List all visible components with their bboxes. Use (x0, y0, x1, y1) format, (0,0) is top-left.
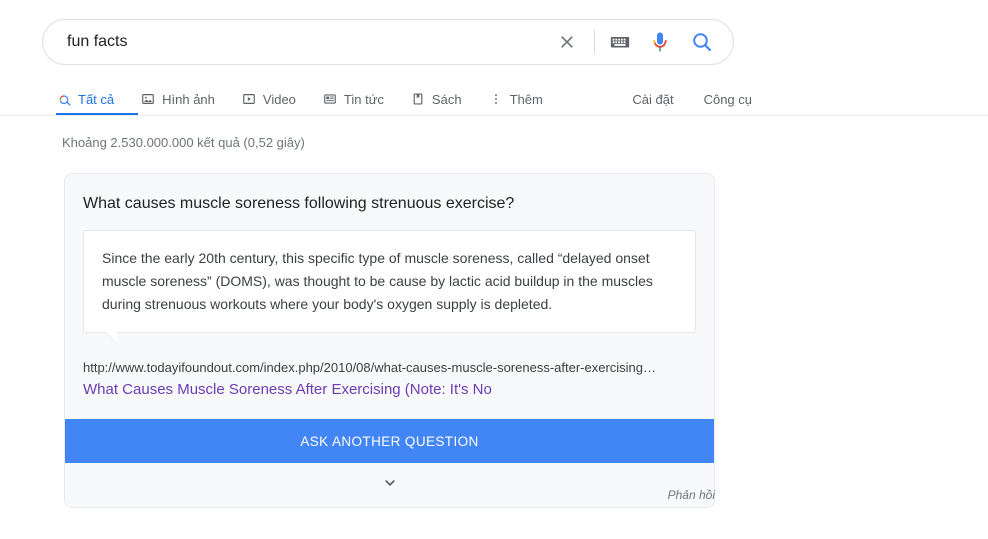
tab-all[interactable]: Tất cả (56, 84, 114, 114)
news-icon (322, 91, 338, 107)
search-icon[interactable] (689, 29, 715, 55)
tools-label: Công cụ (703, 91, 752, 107)
tab-label: Tất cả (78, 91, 115, 107)
tab-label: Thêm (509, 91, 543, 107)
answer-bubble: Since the early 20th century, this speci… (83, 230, 696, 343)
tab-label: Hình ảnh (162, 91, 215, 107)
tab-videos[interactable]: Video (241, 84, 296, 114)
divider (594, 30, 595, 54)
source-url: http://www.todayifoundout.com/index.php/… (83, 360, 657, 375)
card-question: What causes muscle soreness following st… (83, 195, 515, 212)
settings-label: Cài đặt (632, 91, 674, 107)
ask-another-question-button[interactable]: ASK ANOTHER QUESTION (65, 419, 714, 463)
tab-images[interactable]: Hình ảnh (140, 84, 215, 114)
result-stats: Khoảng 2.530.000.000 kết quả (0,52 giây) (62, 135, 305, 150)
settings-button[interactable]: Cài đặt (632, 84, 673, 114)
image-icon (140, 91, 156, 107)
fun-facts-card: What causes muscle soreness following st… (64, 173, 715, 508)
tabs-right-group: Cài đặt Công cụ (602, 84, 988, 114)
tab-label: Video (262, 91, 296, 107)
feedback-link[interactable]: Phản hồi (0, 488, 715, 502)
search-actions (552, 27, 715, 57)
tabs-divider (0, 115, 988, 116)
tab-label: Tin tức (343, 91, 384, 107)
more-vertical-icon (488, 91, 504, 107)
answer-bubble-wrap: Since the early 20th century, this speci… (65, 214, 714, 343)
close-icon[interactable] (552, 27, 582, 57)
tab-books[interactable]: Sách (410, 84, 462, 114)
tab-more[interactable]: Thêm (488, 84, 543, 114)
bubble-tail (106, 332, 117, 343)
google-search-icon (56, 91, 72, 107)
keyboard-icon[interactable] (607, 29, 633, 55)
tools-button[interactable]: Công cụ (704, 84, 752, 114)
search-box[interactable] (42, 19, 734, 65)
search-bar (42, 19, 734, 65)
microphone-icon[interactable] (647, 29, 673, 55)
search-input[interactable] (67, 28, 552, 56)
book-icon (410, 91, 426, 107)
tab-news[interactable]: Tin tức (322, 84, 384, 114)
source-title-link[interactable]: What Causes Muscle Soreness After Exerci… (83, 379, 696, 401)
answer-text: Since the early 20th century, this speci… (102, 250, 653, 312)
source-block: http://www.todayifoundout.com/index.php/… (65, 333, 714, 401)
tab-label: Sách (431, 91, 462, 107)
video-icon (241, 91, 257, 107)
